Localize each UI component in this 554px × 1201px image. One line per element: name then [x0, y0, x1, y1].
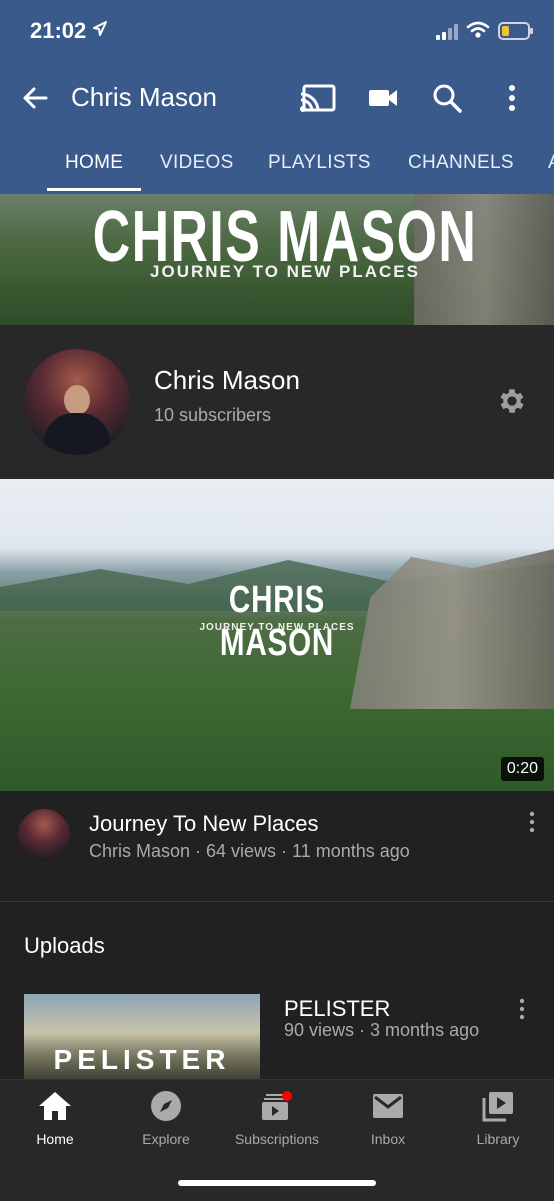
search-icon[interactable] [432, 83, 462, 118]
channel-header: Chris Mason 10 subscribers [0, 325, 554, 479]
nav-subscriptions[interactable]: Subscriptions [222, 1090, 332, 1147]
tab-about[interactable]: A [548, 152, 554, 174]
channel-banner: CHRIS MASON JOURNEY TO NEW PLACES [0, 194, 554, 325]
video-more-icon[interactable] [528, 811, 536, 838]
upload-meta: 90 views · 3 months ago [284, 1020, 480, 1040]
gear-icon[interactable] [496, 385, 528, 422]
wifi-icon [466, 21, 490, 44]
subscriptions-icon [260, 1091, 294, 1126]
channel-tabs: HOME VIDEOS PLAYLISTS CHANNELS A [0, 130, 554, 194]
nav-subscriptions-label: Subscriptions [234, 1131, 320, 1147]
video-duration-badge: 0:20 [500, 757, 544, 781]
avatar-face [64, 385, 90, 415]
explore-icon [150, 1091, 182, 1126]
app-bar: Chris Mason [0, 66, 554, 130]
nav-library-label: Library [476, 1131, 520, 1147]
tab-channels[interactable]: CHANNELS [408, 152, 514, 174]
active-tab-indicator [47, 188, 141, 191]
location-arrow-icon [93, 21, 107, 42]
upload-thumbnail-text: PELISTER [53, 1044, 231, 1075]
subscriber-count: 10 subscribers [154, 405, 272, 425]
tab-home[interactable]: HOME [65, 152, 123, 174]
video-title[interactable]: Journey To New Places [89, 811, 319, 837]
nav-library[interactable]: Library [443, 1090, 553, 1147]
status-time: 21:02 [30, 18, 87, 43]
video-meta: Chris Mason · 64 views · 11 months ago [89, 841, 410, 861]
more-options-icon[interactable] [500, 83, 524, 118]
uploads-heading: Uploads [24, 933, 105, 958]
cellular-signal-icon [436, 24, 460, 45]
video-channel-avatar[interactable] [18, 809, 70, 861]
nav-home-label: Home [36, 1131, 74, 1147]
nav-explore-label: Explore [142, 1131, 190, 1147]
upload-thumbnail[interactable]: PELISTER [24, 994, 260, 1080]
back-arrow-icon[interactable] [20, 83, 50, 118]
nav-explore[interactable]: Explore [111, 1090, 221, 1147]
avatar-body [44, 413, 110, 455]
featured-video-info[interactable]: Journey To New Places Chris Mason · 64 v… [0, 791, 554, 902]
channel-avatar[interactable] [24, 349, 130, 455]
tab-videos[interactable]: VIDEOS [160, 152, 234, 174]
home-indicator [178, 1180, 376, 1186]
inbox-icon [371, 1094, 405, 1126]
status-bar: 21:02 [0, 0, 554, 66]
featured-video-thumbnail[interactable]: CHRIS MASON JOURNEY TO NEW PLACES 0:20 [0, 479, 554, 791]
nav-home[interactable]: Home [0, 1090, 110, 1147]
library-icon [481, 1092, 515, 1126]
nav-inbox[interactable]: Inbox [333, 1090, 443, 1147]
upload-video-icon[interactable] [368, 84, 398, 117]
battery-icon [498, 22, 534, 45]
upload-title[interactable]: PELISTER [284, 996, 390, 1022]
channel-name: Chris Mason [154, 365, 300, 395]
page-title: Chris Mason [71, 82, 217, 112]
cast-icon[interactable] [300, 84, 336, 117]
home-icon [37, 1092, 73, 1126]
nav-inbox-label: Inbox [370, 1131, 406, 1147]
banner-subtitle: JOURNEY TO NEW PLACES [150, 262, 420, 281]
tab-playlists[interactable]: PLAYLISTS [268, 152, 371, 174]
thumbnail-subtitle: JOURNEY TO NEW PLACES [199, 622, 355, 633]
upload-more-icon[interactable] [518, 998, 526, 1025]
thumbnail-cliffs [350, 549, 554, 709]
